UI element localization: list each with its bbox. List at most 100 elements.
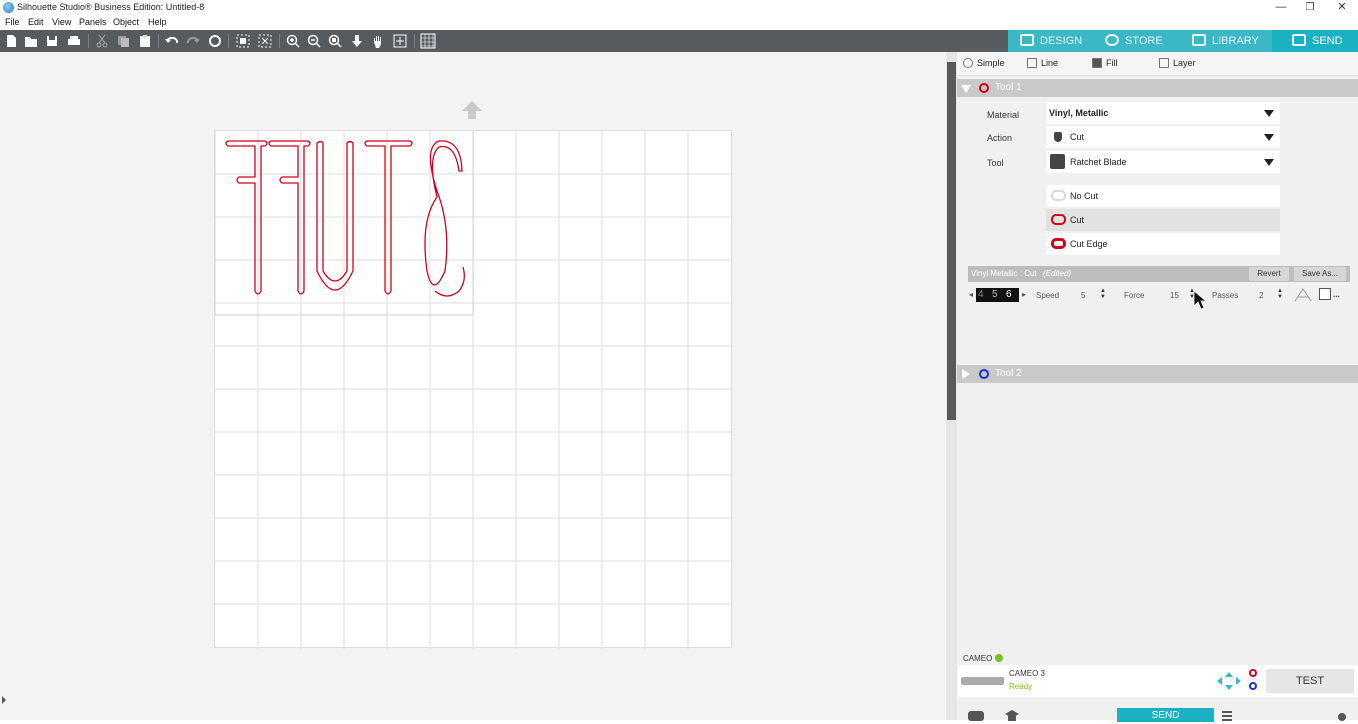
line-segment-icon[interactable] [1294,287,1312,303]
scrollbar-thumb[interactable] [947,62,956,420]
overcut-checkbox[interactable] [1319,288,1331,300]
tab-fill[interactable]: Fill [1092,58,1118,68]
menu-object[interactable]: Object [113,17,139,27]
close-button[interactable]: ✕ [1325,0,1358,16]
print-icon[interactable] [66,33,82,49]
nav-library-tab[interactable]: LIBRARY [1180,30,1272,52]
nav-store-label: STORE [1125,35,1163,47]
action-option-label: No Cut [1070,191,1099,201]
redo-icon[interactable] [185,33,201,49]
store-icon [1105,34,1119,46]
nav-design-label: DESIGN [1040,35,1083,47]
tool-dropdown[interactable]: Ratchet Blade [1046,151,1280,173]
speed-value[interactable]: 5 [1081,291,1085,300]
toolbar-divider [158,34,159,48]
panel-mode-tabs: Simple Line Fill Layer [957,52,1358,76]
library-hat-icon[interactable] [1004,709,1020,721]
passes-stepper[interactable]: ▲ ▼ [1277,288,1283,300]
toolbar-divider [88,34,89,48]
material-dropdown[interactable]: Vinyl, Metallic [1046,102,1280,124]
device-card[interactable]: CAMEO 3 Ready TEST [957,665,1358,697]
tool1-indicator-icon [1249,669,1257,677]
device-section-label: CAMEO [963,654,1003,663]
app-logo-icon [3,2,14,13]
menu-edit[interactable]: Edit [28,17,44,27]
blade-right-arrow-icon[interactable]: ▸ [1022,290,1026,299]
speed-stepper[interactable]: ▲ ▼ [1100,288,1106,300]
machine-icon[interactable] [967,709,985,721]
tool-label: Tool [987,158,1004,168]
line-icon [1027,58,1037,68]
expand-arrow-icon[interactable] [962,369,970,379]
cut-icon [1051,214,1066,225]
menu-file[interactable]: File [5,17,20,27]
action-option-cut-edge[interactable]: Cut Edge [1046,233,1280,255]
nav-store-tab[interactable]: STORE [1093,30,1180,52]
menu-view[interactable]: View [52,17,71,27]
feed-arrow-icon[interactable] [461,100,483,120]
no-cut-icon [1051,190,1066,201]
tab-line-label: Line [1041,58,1059,68]
pan-hand-icon[interactable] [370,33,386,49]
menu-list-icon[interactable] [1221,710,1233,722]
zoom-select-icon[interactable] [327,33,343,49]
gear-icon[interactable] [1336,710,1348,722]
chevron-down-icon [1264,134,1274,141]
restore-button[interactable]: ❐ [1293,0,1327,16]
menu-help[interactable]: Help [148,17,167,27]
mouse-cursor-icon [1193,290,1208,310]
tool1-header[interactable]: Tool 1 [957,79,1358,97]
move-arrows-icon[interactable] [1216,671,1242,691]
redraw-icon[interactable] [207,33,223,49]
left-panel-toggle-icon[interactable] [0,694,8,706]
more-options-icon[interactable]: ... [1333,290,1340,299]
fit-page-icon[interactable] [392,33,408,49]
revert-button[interactable]: Revert [1249,267,1289,281]
copy-icon[interactable] [115,33,131,49]
group-icon[interactable] [235,33,251,49]
cut-edge-icon [1051,238,1066,249]
test-button[interactable]: TEST [1266,669,1354,693]
cut-icon[interactable] [94,33,110,49]
cutting-mat [214,130,733,649]
tab-layer[interactable]: Layer [1159,58,1196,68]
toolbar-divider [279,34,280,48]
grid-view-icon[interactable] [420,33,436,49]
move-down-icon[interactable] [349,33,365,49]
mirrored-stuff-text[interactable] [225,140,465,297]
tab-simple-label: Simple [977,58,1005,68]
tool1-color-ring-icon [979,83,989,93]
zoom-in-icon[interactable] [285,33,301,49]
window-title: Silhouette Studio® Business Edition: Unt… [17,2,205,12]
zoom-out-icon[interactable] [306,33,322,49]
material-label: Material [987,110,1020,120]
ratchet-blade-icon [1050,154,1065,169]
blade-left-arrow-icon[interactable]: ◂ [969,290,973,299]
layer-icon [1159,58,1169,68]
tab-line[interactable]: Line [1027,58,1058,68]
new-file-icon[interactable] [3,33,19,49]
tool2-label: Tool 2 [995,368,1022,379]
collapse-arrow-icon[interactable] [961,85,971,93]
undo-icon[interactable] [164,33,180,49]
blade-depth-display[interactable]: 4 5 6 [976,288,1019,302]
ungroup-icon[interactable] [257,33,273,49]
vertical-scrollbar[interactable] [946,52,957,720]
menu-panels[interactable]: Panels [79,17,107,27]
paste-icon[interactable] [137,33,153,49]
nav-send-tab[interactable]: SEND [1272,30,1358,52]
action-option-cut[interactable]: Cut [1046,209,1280,231]
force-value[interactable]: 15 [1170,291,1179,300]
open-folder-icon[interactable] [23,33,39,49]
material-value: Vinyl, Metallic [1049,108,1109,118]
save-icon[interactable] [44,33,60,49]
nav-design-tab[interactable]: DESIGN [1008,30,1093,52]
passes-value[interactable]: 2 [1259,291,1263,300]
action-dropdown[interactable]: Cut [1046,126,1280,148]
tool2-header[interactable]: Tool 2 [957,365,1358,383]
tab-simple[interactable]: Simple [963,58,1005,68]
device-name: CAMEO 3 [1009,669,1046,678]
toolbar-divider [414,34,415,48]
action-option-no-cut[interactable]: No Cut [1046,185,1280,207]
save-as-button[interactable]: Save As... [1294,267,1346,281]
